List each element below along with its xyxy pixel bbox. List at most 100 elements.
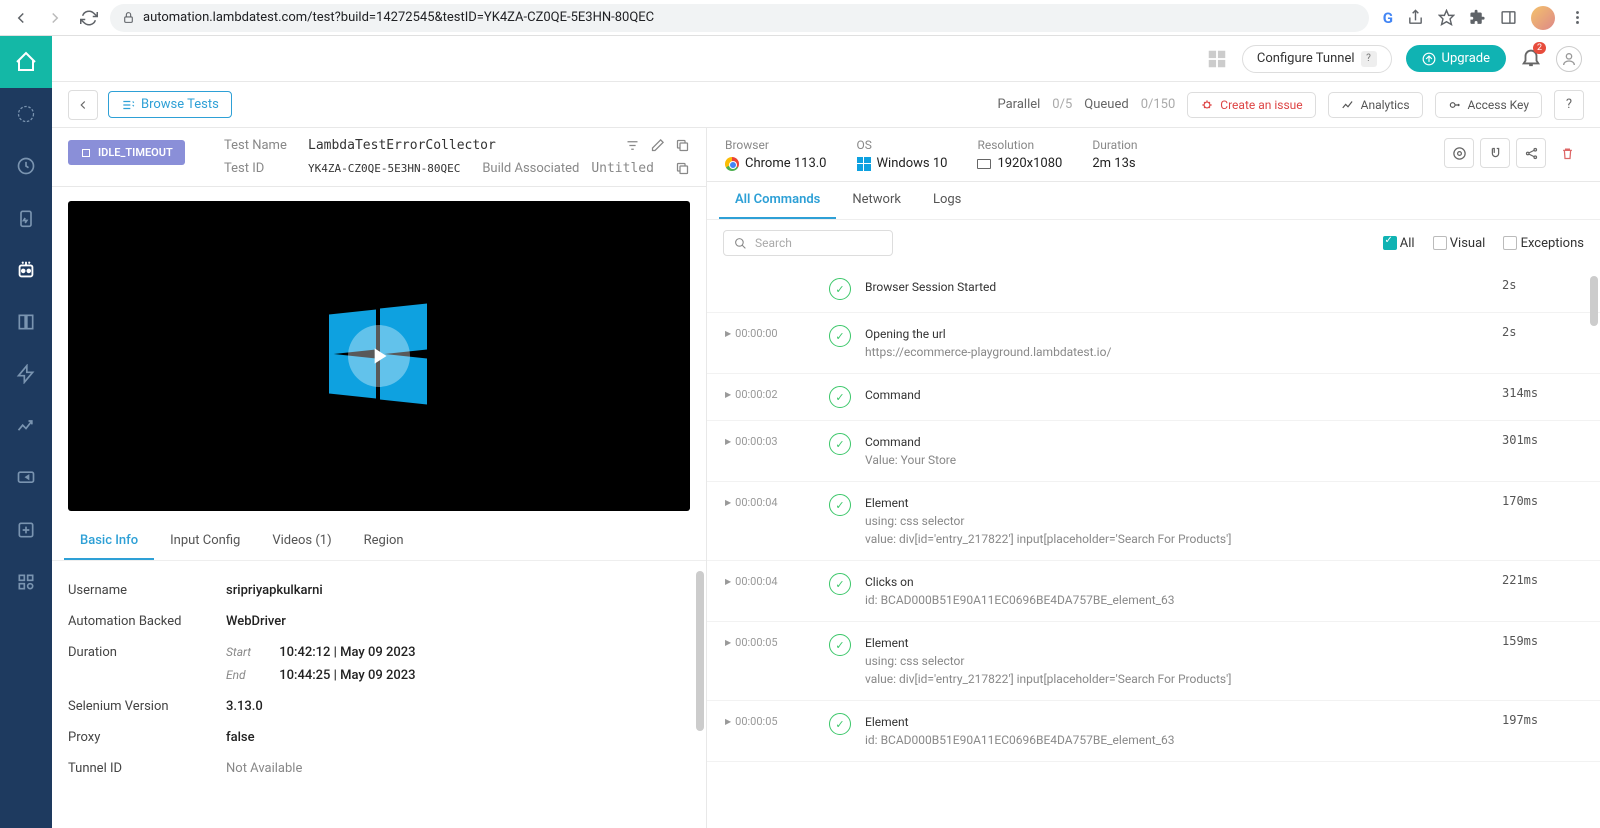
url-bar[interactable]: automation.lambdatest.com/test?build=142… — [110, 4, 1369, 32]
command-duration: 314ms — [1502, 386, 1582, 400]
panel-icon[interactable] — [1500, 9, 1517, 26]
notifications-button[interactable]: 2 — [1520, 46, 1542, 72]
tab-videos[interactable]: Videos (1) — [256, 523, 347, 560]
username-label: Username — [68, 583, 226, 598]
lock-icon — [122, 11, 135, 24]
info-tabs: Basic Info Input Config Videos (1) Regio… — [52, 523, 706, 561]
command-duration: 197ms — [1502, 713, 1582, 727]
google-icon[interactable]: G — [1383, 9, 1393, 27]
sidebar-item-screen[interactable] — [0, 452, 52, 504]
command-duration: 301ms — [1502, 433, 1582, 447]
sidebar-item-automation[interactable] — [0, 244, 52, 296]
command-description: Elementusing: css selectorvalue: div[id=… — [865, 494, 1488, 548]
start-value: 10:42:12 | May 09 2023 — [279, 645, 415, 660]
magnet-action[interactable] — [1480, 138, 1510, 168]
info-action[interactable] — [1444, 138, 1474, 168]
kebab-icon[interactable] — [1569, 9, 1586, 26]
sidebar-item-builds[interactable] — [0, 296, 52, 348]
share-action[interactable] — [1516, 138, 1546, 168]
browser-forward[interactable] — [42, 5, 68, 31]
share-icon[interactable] — [1407, 9, 1424, 26]
basic-info-body: Username sripriyapkulkarni Automation Ba… — [52, 561, 706, 828]
upgrade-button[interactable]: Upgrade — [1406, 45, 1506, 72]
sidebar-item-realtime[interactable] — [0, 140, 52, 192]
command-description: Opening the urlhttps://ecommerce-playgro… — [865, 325, 1488, 361]
command-row[interactable]: ▶ 00:00:04✓Clicks onid: BCAD000B51E90A11… — [707, 561, 1600, 622]
selenium-value: 3.13.0 — [226, 699, 263, 714]
command-description: Elementusing: css selectorvalue: div[id=… — [865, 634, 1488, 688]
command-row[interactable]: ▶ 00:00:02✓Command314ms — [707, 374, 1600, 421]
key-icon — [1448, 98, 1462, 112]
command-time: ▶ 00:00:03 — [725, 433, 815, 448]
copy-icon[interactable] — [675, 138, 690, 153]
sidebar-item-bolt[interactable] — [0, 348, 52, 400]
profile-avatar[interactable] — [1531, 6, 1555, 30]
command-row[interactable]: ▶ 00:00:05✓Elementid: BCAD000B51E90A11EC… — [707, 701, 1600, 762]
create-issue-button[interactable]: Create an issue — [1187, 92, 1315, 118]
back-button[interactable] — [68, 90, 98, 120]
command-time: ▶ 00:00:04 — [725, 494, 815, 509]
access-key-button[interactable]: Access Key — [1435, 92, 1542, 118]
tab-all-commands[interactable]: All Commands — [719, 182, 836, 219]
list-icon — [121, 98, 135, 112]
command-row[interactable]: ▶ 00:00:03✓CommandValue: Your Store301ms — [707, 421, 1600, 482]
command-row[interactable]: ▶ 00:00:00✓Opening the urlhttps://ecomme… — [707, 313, 1600, 374]
configure-tunnel-button[interactable]: Configure Tunnel ? — [1242, 45, 1392, 73]
tab-network[interactable]: Network — [836, 182, 917, 219]
analytics-button[interactable]: Analytics — [1328, 92, 1423, 118]
user-icon — [1561, 51, 1577, 67]
edit-icon[interactable] — [650, 138, 665, 153]
user-menu[interactable] — [1556, 46, 1582, 72]
proxy-value: false — [226, 730, 255, 745]
tab-input-config[interactable]: Input Config — [154, 523, 256, 560]
status-check-icon: ✓ — [829, 573, 851, 595]
command-time — [725, 278, 815, 280]
status-check-icon: ✓ — [829, 713, 851, 735]
scrollbar[interactable] — [1590, 276, 1598, 326]
search-input[interactable]: Search — [723, 230, 893, 256]
star-icon[interactable] — [1438, 9, 1455, 26]
tab-logs[interactable]: Logs — [917, 182, 977, 219]
browse-tests-button[interactable]: Browse Tests — [108, 91, 232, 118]
duration-label: Duration — [1092, 138, 1137, 152]
command-duration: 170ms — [1502, 494, 1582, 508]
top-header: Configure Tunnel ? Upgrade 2 — [52, 36, 1600, 82]
tab-region[interactable]: Region — [348, 523, 420, 560]
video-player[interactable] — [68, 201, 690, 511]
command-description: Browser Session Started — [865, 278, 1488, 296]
filter-all[interactable]: All — [1383, 236, 1415, 251]
command-list[interactable]: ✓Browser Session Started2s▶ 00:00:00✓Ope… — [707, 266, 1600, 828]
filter-exceptions[interactable]: Exceptions — [1503, 236, 1584, 251]
sidebar-item-apps[interactable] — [0, 556, 52, 608]
extensions-icon[interactable] — [1469, 9, 1486, 26]
status-check-icon: ✓ — [829, 386, 851, 408]
windows-icon — [857, 157, 871, 171]
duration-value: 2m 13s — [1092, 156, 1137, 171]
sidebar-item-battery[interactable] — [0, 192, 52, 244]
command-description: Elementid: BCAD000B51E90A11EC0696BE4DA75… — [865, 713, 1488, 749]
delete-action[interactable] — [1552, 138, 1582, 168]
tab-basic-info[interactable]: Basic Info — [64, 523, 154, 560]
sidebar-item-add[interactable] — [0, 504, 52, 556]
command-row[interactable]: ✓Browser Session Started2s — [707, 266, 1600, 313]
command-row[interactable]: ▶ 00:00:04 ✓ Elementusing: css selectorval… — [707, 482, 1600, 561]
browser-back[interactable] — [8, 5, 34, 31]
sidebar-item-dashboard[interactable] — [0, 88, 52, 140]
scrollbar[interactable] — [696, 571, 704, 731]
automation-backed-value: WebDriver — [226, 614, 286, 629]
command-description: CommandValue: Your Store — [865, 433, 1488, 469]
filter-visual[interactable]: Visual — [1433, 236, 1486, 251]
grid-icon[interactable] — [1206, 48, 1228, 70]
help-button[interactable]: ? — [1554, 90, 1584, 120]
copy-id-icon[interactable] — [675, 161, 690, 176]
filter-icon[interactable] — [625, 138, 640, 153]
browser-reload[interactable] — [76, 5, 102, 31]
command-row[interactable]: ▶ 00:00:05✓Elementusing: css selectorval… — [707, 622, 1600, 701]
app-logo[interactable] — [0, 36, 52, 88]
play-button[interactable] — [348, 325, 410, 387]
queued-label: Queued — [1084, 97, 1128, 112]
status-check-icon: ✓ — [829, 494, 851, 516]
sidebar-item-analytics[interactable] — [0, 400, 52, 452]
duration-label: Duration — [68, 645, 226, 683]
command-description: Clicks onid: BCAD000B51E90A11EC0696BE4DA… — [865, 573, 1488, 609]
